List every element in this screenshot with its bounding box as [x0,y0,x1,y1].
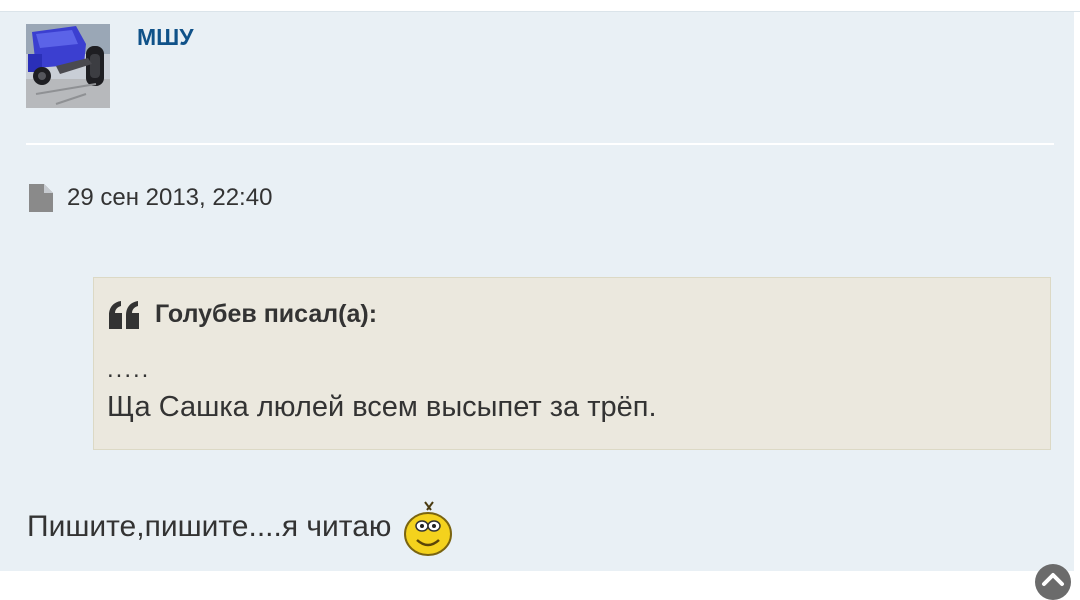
forum-post: МШУ 29 сен 2013, 22:40 Голубев писал(а):… [0,12,1080,600]
post-date: 29 сен 2013, 22:40 [67,184,273,211]
reading-smiley-icon [404,501,453,556]
avatar[interactable] [26,24,110,108]
post-message: Пишите,пишите....я читаю [27,501,453,556]
page-right-edge [1074,12,1080,571]
quote-block: Голубев писал(а): ..... Ща Сашка люлей в… [93,277,1051,450]
post-file-icon[interactable] [29,184,53,212]
username-link[interactable]: МШУ [137,24,194,51]
quote-header: Голубев писал(а): [107,300,377,329]
quote-author: Голубев писал(а): [155,300,378,328]
post-divider [26,143,1054,145]
post-meta: 29 сен 2013, 22:40 [29,184,272,212]
quote-text-line: ..... [107,356,151,383]
avatar-image [26,24,110,108]
page-top-border [0,0,1080,12]
message-text: Пишите,пишите....я читаю [27,510,392,543]
quote-icon [109,300,139,329]
quote-text-line: Ща Сашка люлей всем высыпет за трёп. [107,391,657,423]
scroll-to-top-button[interactable] [1035,564,1071,600]
chevron-up-icon [1042,573,1064,586]
